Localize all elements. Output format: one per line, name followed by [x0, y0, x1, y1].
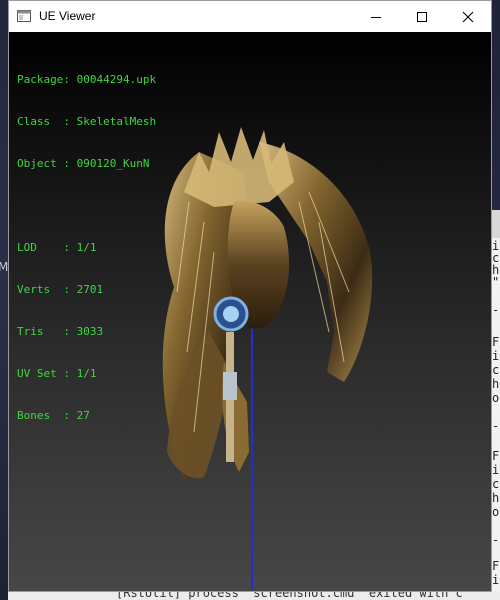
console-text: c: [492, 477, 500, 491]
app-icon: [17, 10, 31, 22]
minimize-button[interactable]: [353, 1, 399, 32]
maximize-button[interactable]: [399, 1, 445, 32]
console-text: o: [492, 505, 500, 519]
console-text: o: [492, 391, 500, 405]
console-text: ": [492, 275, 500, 289]
console-text: i: [492, 349, 500, 363]
maximize-icon: [417, 11, 427, 22]
console-text: c: [492, 363, 500, 377]
title-bar[interactable]: UE Viewer: [9, 1, 491, 32]
console-text: F: [492, 449, 500, 463]
console-text: -: [492, 533, 500, 547]
desktop-background-left: M: [0, 0, 8, 600]
console-text: i: [492, 573, 500, 587]
skeletal-mesh-render: [162, 127, 373, 482]
background-console-bottom: [RstUtil] process "screenshot.cmd" exite…: [8, 592, 500, 600]
console-text: F: [492, 559, 500, 573]
console-text: h: [492, 377, 500, 391]
console-text: -: [492, 303, 500, 317]
console-text: F: [492, 335, 500, 349]
background-console-titlebar: [492, 210, 500, 238]
window-title: UE Viewer: [39, 9, 96, 23]
close-icon: [462, 11, 474, 22]
3d-viewport[interactable]: Package: 00044294.upk Class : SkeletalMe…: [9, 32, 491, 591]
console-text: -: [492, 419, 500, 433]
console-output-text: [RstUtil] process "screenshot.cmd" exite…: [116, 592, 463, 600]
ue-viewer-window: UE Viewer Package: 00044294.upk Class : …: [8, 0, 492, 592]
close-button[interactable]: [445, 1, 491, 32]
console-text: h: [492, 491, 500, 505]
background-console-window: i c h " - F i c h o - F i c h o - F i: [492, 210, 500, 594]
minimize-icon: [371, 16, 381, 18]
console-text: i: [492, 463, 500, 477]
